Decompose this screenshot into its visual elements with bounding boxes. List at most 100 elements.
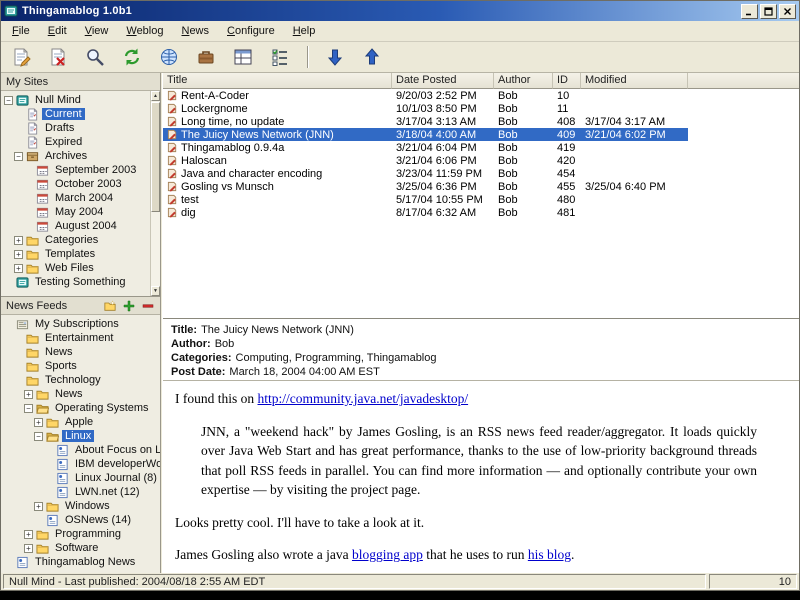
tree-item-news[interactable]: +News xyxy=(1,387,160,401)
expand-icon[interactable]: + xyxy=(34,502,43,511)
tree-item-october-2003[interactable]: October 2003 xyxy=(1,177,150,191)
expand-icon[interactable]: + xyxy=(24,390,33,399)
tree-item-thingamablog-news[interactable]: Thingamablog News xyxy=(1,555,160,569)
collapse-icon[interactable]: − xyxy=(14,152,23,161)
body-link-blogging-app[interactable]: blogging app xyxy=(352,547,423,562)
tree-item-testing-something[interactable]: Testing Something xyxy=(1,275,150,289)
tree-item-september-2003[interactable]: September 2003 xyxy=(1,163,150,177)
tree-item-about-focus-on-linux[interactable]: About Focus on Linux xyxy=(1,443,160,457)
tree-item-expired[interactable]: Expired xyxy=(1,135,150,149)
column-header-title[interactable]: Title xyxy=(163,73,392,89)
new-folder-button[interactable] xyxy=(102,299,117,313)
column-header-author[interactable]: Author xyxy=(494,73,553,89)
expand-icon[interactable]: + xyxy=(14,236,23,245)
minimize-button[interactable] xyxy=(741,4,758,19)
menu-configure[interactable]: Configure xyxy=(218,22,284,40)
tree-item-linux-journal-8[interactable]: Linux Journal (8) xyxy=(1,471,160,485)
collapse-icon[interactable]: − xyxy=(24,404,33,413)
tree-item-current[interactable]: Current xyxy=(1,107,150,121)
tree-item-march-2004[interactable]: March 2004 xyxy=(1,191,150,205)
tree-item-ibm-developerworks-lin[interactable]: IBM developerWorks Lin xyxy=(1,457,160,471)
entry-options-button[interactable] xyxy=(266,44,294,70)
collapse-icon[interactable]: − xyxy=(34,432,43,441)
table-row-gosling-vs-munsch[interactable]: Gosling vs Munsch3/25/04 6:36 PMBob4553/… xyxy=(163,180,688,193)
tree-item-my-subscriptions[interactable]: My Subscriptions xyxy=(1,317,160,331)
next-unread-button[interactable] xyxy=(321,44,349,70)
expand-icon[interactable]: + xyxy=(24,544,33,553)
tree-item-web-files[interactable]: +Web Files xyxy=(1,261,150,275)
menu-help[interactable]: Help xyxy=(284,22,325,40)
expand-icon[interactable]: + xyxy=(24,530,33,539)
expand-icon[interactable]: + xyxy=(14,250,23,259)
table-row-the-juicy-news-network-jnn[interactable]: The Juicy News Network (JNN)3/18/04 4:00… xyxy=(163,128,688,141)
tree-item-null-mind[interactable]: −Null Mind xyxy=(1,93,150,107)
body-link-his-blog[interactable]: his blog xyxy=(528,547,571,562)
table-row-thingamablog-0-9-4a[interactable]: Thingamablog 0.9.4a3/21/04 6:04 PMBob419 xyxy=(163,141,688,154)
previous-unread-button[interactable] xyxy=(358,44,386,70)
toolbar xyxy=(1,42,799,73)
tree-item-archives[interactable]: −Archives xyxy=(1,149,150,163)
maximize-button[interactable] xyxy=(760,4,777,19)
find-button[interactable] xyxy=(81,44,109,70)
tree-item-news[interactable]: News xyxy=(1,345,160,359)
table-row-long-time-no-update[interactable]: Long time, no update3/17/04 3:13 AMBob40… xyxy=(163,115,688,128)
update-feeds-button[interactable] xyxy=(118,44,146,70)
tree-item-linux[interactable]: −Linux xyxy=(1,429,160,443)
tree-item-categories[interactable]: + Categories xyxy=(1,233,150,247)
weblog-tools-button[interactable] xyxy=(192,44,220,70)
tree-item-software[interactable]: +Software xyxy=(1,541,160,555)
folder-icon xyxy=(26,234,39,247)
table-row-haloscan[interactable]: Haloscan3/21/04 6:06 PMBob420 xyxy=(163,154,688,167)
collapse-icon[interactable]: − xyxy=(4,96,13,105)
menu-news[interactable]: News xyxy=(172,22,218,40)
add-feed-button[interactable] xyxy=(121,299,136,313)
tree-item-august-2004[interactable]: August 2004 xyxy=(1,219,150,233)
column-header-modified[interactable]: Modified xyxy=(581,73,688,89)
tree-item-label: Sports xyxy=(42,360,80,372)
publish-button[interactable] xyxy=(155,44,183,70)
tree-item-windows[interactable]: +Windows xyxy=(1,499,160,513)
new-entry-button[interactable] xyxy=(7,44,35,70)
my-sites-scrollbar[interactable]: ▲ ▼ xyxy=(150,91,160,296)
tree-item-lwn-net-12[interactable]: LWN.net (12) xyxy=(1,485,160,499)
scroll-up-button[interactable]: ▲ xyxy=(151,91,160,101)
menu-edit[interactable]: Edit xyxy=(39,22,76,40)
main-area: My Sites −Null MindCurrentDraftsExpired−… xyxy=(1,73,799,573)
tree-item-templates[interactable]: +Templates xyxy=(1,247,150,261)
table-row-lockergnome[interactable]: Lockergnome10/1/03 8:50 PMBob11 xyxy=(163,102,688,115)
menu-weblog[interactable]: Weblog xyxy=(117,22,172,40)
column-header-date-posted[interactable]: Date Posted xyxy=(392,73,494,89)
tree-item-technology[interactable]: Technology xyxy=(1,373,160,387)
tree-item-operating-systems[interactable]: −Operating Systems xyxy=(1,401,160,415)
body-link-http-community-java-net-javadesktop[interactable]: http://community.java.net/javadesktop/ xyxy=(258,391,469,406)
tree-item-programming[interactable]: +Programming xyxy=(1,527,160,541)
tree-item-entertainment[interactable]: Entertainment xyxy=(1,331,160,345)
delete-entry-button[interactable] xyxy=(44,44,72,70)
table-row-java-and-character-encoding[interactable]: Java and character encoding3/23/04 11:59… xyxy=(163,167,688,180)
expand-icon[interactable]: + xyxy=(14,264,23,273)
view-layout-button[interactable] xyxy=(229,44,257,70)
feed-icon xyxy=(56,444,69,457)
table-row-test[interactable]: test5/17/04 10:55 PMBob480 xyxy=(163,193,688,206)
cell-id: 11 xyxy=(553,103,581,115)
menu-file[interactable]: File xyxy=(3,22,39,40)
tree-item-label: Entertainment xyxy=(42,332,116,344)
expand-icon[interactable]: + xyxy=(34,418,43,427)
tree-item-drafts[interactable]: Drafts xyxy=(1,121,150,135)
tree-item-sports[interactable]: Sports xyxy=(1,359,160,373)
column-header-id[interactable]: ID xyxy=(553,73,581,89)
remove-feed-button[interactable] xyxy=(140,299,155,313)
tree-item-osnews-14[interactable]: OSNews (14) xyxy=(1,513,160,527)
menu-view[interactable]: View xyxy=(76,22,118,40)
cell-author: Bob xyxy=(494,116,553,128)
tree-item-may-2004[interactable]: May 2004 xyxy=(1,205,150,219)
tree-item-label: Categories xyxy=(42,234,101,246)
close-button[interactable] xyxy=(779,4,796,19)
scroll-thumb[interactable] xyxy=(151,102,160,212)
table-row-rent-a-coder[interactable]: Rent-A-Coder9/20/03 2:52 PMBob10 xyxy=(163,89,688,102)
scroll-down-button[interactable]: ▼ xyxy=(151,286,160,296)
table-row-dig[interactable]: dig8/17/04 6:32 AMBob481 xyxy=(163,206,688,219)
tree-item-apple[interactable]: +Apple xyxy=(1,415,160,429)
titlebar[interactable]: Thingamablog 1.0b1 xyxy=(1,1,799,21)
cell-title: Thingamablog 0.9.4a xyxy=(163,142,392,154)
